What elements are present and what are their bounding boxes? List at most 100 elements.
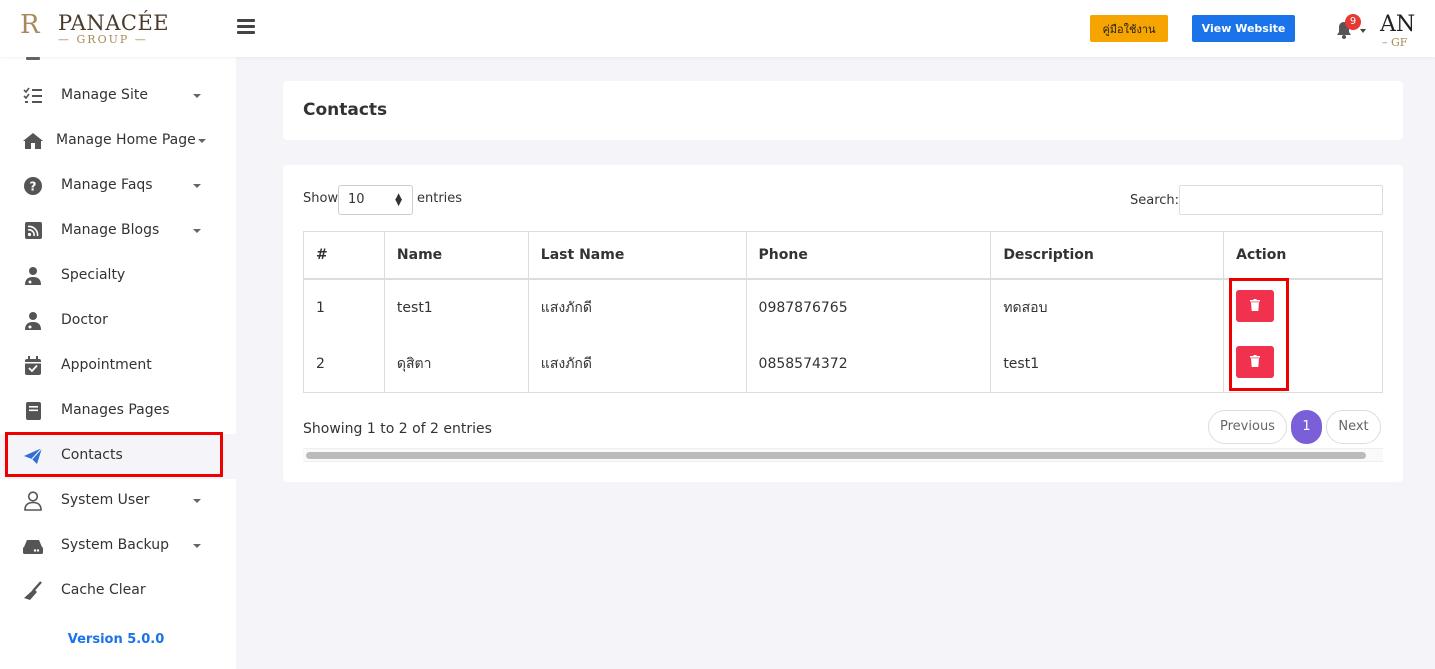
sidebar-item-manages-pages[interactable]: Manages Pages	[0, 389, 236, 434]
checklist-icon	[23, 87, 42, 103]
sidebar-item-label: Manage Home Page	[56, 132, 196, 148]
next-page-button[interactable]: Next	[1326, 410, 1381, 444]
user-icon	[24, 491, 42, 511]
sidebar-item-label: Doctor	[61, 312, 108, 328]
column-header-phone[interactable]: Phone	[745, 231, 992, 280]
contacts-table: # Name Last Name Phone Description Actio…	[303, 231, 1383, 393]
sidebar-item-cache-clear[interactable]: Cache Clear	[0, 569, 236, 614]
cell-description: ทดสอบ	[990, 278, 1225, 336]
trash-icon	[1250, 354, 1261, 367]
view-website-button[interactable]: View Website	[1192, 15, 1295, 42]
brand-sub: — GROUP —	[58, 33, 148, 46]
rss-icon	[25, 222, 42, 239]
profile-logo-bottom: – GF	[1382, 36, 1408, 49]
cell-name: test1	[383, 278, 529, 336]
hdd-icon	[23, 540, 43, 554]
sidebar-item-label: Specialty	[61, 267, 126, 283]
sidebar-item-label: System User	[61, 492, 150, 508]
cell-phone: 0858574372	[745, 335, 992, 393]
book-icon	[26, 402, 41, 420]
sidebar-item-label: Manage Site	[61, 87, 148, 103]
page-size-value: 10	[348, 192, 365, 207]
user-doctor-icon	[25, 267, 41, 285]
profile-logo-top: AN	[1380, 12, 1416, 37]
page-title: Contacts	[303, 100, 388, 120]
home-icon	[23, 133, 43, 149]
sidebar-item-system-backup[interactable]: System Backup	[0, 524, 236, 569]
cell-number: 2	[303, 335, 385, 393]
contacts-table-card: Show 10 ▲ ▼ entries Search: # Name Last N…	[283, 165, 1403, 482]
cell-number: 1	[303, 278, 385, 336]
column-header-number[interactable]: #	[303, 231, 385, 280]
chevron-down-icon	[198, 139, 206, 143]
cell-action	[1223, 335, 1383, 393]
column-header-last-name[interactable]: Last Name	[527, 231, 747, 280]
brand-monogram: R	[20, 10, 40, 40]
sidebar-item-label: Manages Pages	[61, 402, 170, 418]
sidebar-item-manage-faqs[interactable]: ? Manage Faqs	[0, 164, 236, 209]
question-icon: ?	[24, 177, 42, 195]
broom-icon	[24, 581, 42, 600]
cell-description: test1	[990, 335, 1225, 393]
hamburger-menu-icon[interactable]	[237, 19, 255, 35]
collapsed-item-icon	[26, 57, 40, 60]
user-doctor-icon	[25, 312, 41, 330]
cell-action	[1223, 278, 1383, 336]
svg-text:?: ?	[30, 180, 37, 194]
sidebar-item-appointment[interactable]: Appointment	[0, 344, 236, 389]
page-1-button[interactable]: 1	[1291, 410, 1322, 444]
column-header-name[interactable]: Name	[383, 231, 529, 280]
paper-plane-icon	[24, 447, 43, 464]
table-info: Showing 1 to 2 of 2 entries	[303, 421, 492, 437]
sidebar-item-manage-site[interactable]: Manage Site	[0, 74, 236, 119]
sidebar-item-label: System Backup	[61, 537, 169, 553]
page-size-select[interactable]: 10 ▲ ▼	[338, 185, 413, 215]
delete-button[interactable]	[1236, 345, 1275, 378]
manual-button[interactable]: คู่มือใช้งาน	[1090, 15, 1168, 42]
brand-logo[interactable]: R PANACÉE — GROUP —	[20, 10, 169, 50]
notification-badge: 9	[1345, 14, 1361, 30]
search-label: Search:	[1130, 193, 1180, 208]
entries-label: entries	[417, 191, 463, 206]
select-arrows-icon: ▲ ▼	[395, 192, 402, 208]
table-header-row: # Name Last Name Phone Description Actio…	[303, 231, 1383, 280]
chevron-down-icon	[193, 94, 201, 98]
page-title-card: Contacts	[283, 81, 1403, 140]
sidebar-item-specialty[interactable]: Specialty	[0, 254, 236, 299]
chevron-down-icon	[193, 544, 201, 548]
column-header-description[interactable]: Description	[990, 231, 1225, 280]
cell-phone: 0987876765	[745, 278, 992, 336]
sidebar-item-contacts[interactable]: Contacts	[0, 434, 236, 479]
profile-avatar[interactable]: AN – GF	[1378, 10, 1435, 50]
chevron-down-icon	[193, 184, 201, 188]
cell-last-name: แสงภักดี	[527, 335, 747, 393]
sidebar-item-label: Manage Faqs	[61, 177, 153, 193]
horizontal-scrollbar[interactable]	[303, 448, 1383, 462]
table-row: 2 ดุสิตา แสงภักดี 0858574372 test1	[303, 335, 1383, 393]
sidebar-item-manage-home-page[interactable]: Manage Home Page	[0, 119, 236, 164]
chevron-down-icon	[193, 229, 201, 233]
previous-page-button[interactable]: Previous	[1208, 410, 1287, 444]
sidebar-item-label: Cache Clear	[61, 582, 146, 598]
chevron-down-icon[interactable]	[1360, 29, 1366, 33]
delete-button[interactable]	[1236, 289, 1275, 322]
sidebar-item-label: Appointment	[61, 357, 152, 373]
sidebar-item-doctor[interactable]: Doctor	[0, 299, 236, 344]
top-header: R PANACÉE — GROUP — คู่มือใช้งาน View We…	[0, 0, 1435, 57]
sidebar-item-manage-blogs[interactable]: Manage Blogs	[0, 209, 236, 254]
scrollbar-thumb[interactable]	[306, 452, 1366, 459]
trash-icon	[1250, 298, 1261, 311]
table-row: 1 test1 แสงภักดี 0987876765 ทดสอบ	[303, 278, 1383, 336]
search-input[interactable]	[1179, 185, 1383, 215]
cell-last-name: แสงภักดี	[527, 278, 747, 336]
sidebar-item-label: Contacts	[61, 447, 123, 463]
show-label: Show	[303, 191, 339, 206]
sidebar: Manage Site Manage Home Page ? Manage Fa…	[0, 57, 236, 669]
sidebar-item-system-user[interactable]: System User	[0, 479, 236, 524]
app-version: Version 5.0.0	[67, 632, 165, 647]
column-header-action: Action	[1223, 231, 1383, 280]
cell-name: ดุสิตา	[383, 335, 529, 393]
chevron-down-icon	[193, 499, 201, 503]
calendar-check-icon	[25, 356, 41, 375]
sidebar-item-label: Manage Blogs	[61, 222, 160, 238]
